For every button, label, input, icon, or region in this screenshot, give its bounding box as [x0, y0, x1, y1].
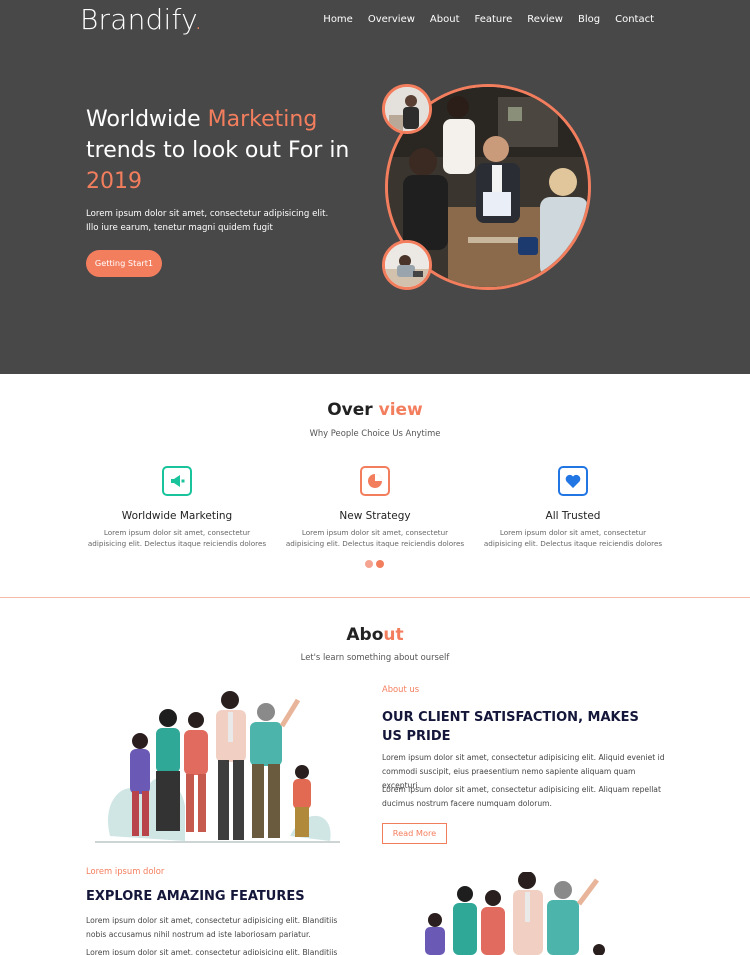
nav-overview[interactable]: Overview: [368, 14, 415, 25]
overview-title-plain: Over: [327, 400, 379, 420]
megaphone-glyph: [171, 475, 185, 487]
small-photo-illustration: [385, 243, 429, 287]
feature-card-marketing: Worldwide Marketing Lorem ipsum dolor si…: [87, 466, 267, 549]
hero-title-part: Worldwide: [86, 107, 208, 132]
features-paragraph-1: Lorem ipsum dolor sit amet, consectetur …: [86, 916, 338, 939]
hero-title-accent: Marketing: [207, 107, 318, 132]
brand-logo[interactable]: Brandify.: [80, 3, 203, 36]
nav-contact[interactable]: Contact: [615, 14, 654, 25]
pie-chart-icon: [360, 466, 390, 496]
about-paragraph-2: Lorem ipsum dolor sit amet, consectetur …: [382, 785, 661, 808]
small-photo-bottom: [382, 240, 432, 290]
heart-glyph: [565, 474, 581, 488]
hero-title: Worldwide Marketing trends to look out F…: [86, 104, 366, 197]
features-label: Lorem ipsum dolor: [86, 866, 165, 876]
overview-subtitle: Why People Choice Us Anytime: [309, 428, 441, 438]
features-paragraph-2: Lorem ipsum dolor sit amet, consectetur …: [86, 948, 338, 955]
carousel-dot[interactable]: [365, 560, 373, 568]
team-illustration-secondary: [425, 872, 605, 955]
getting-start-button[interactable]: Getting Start1: [86, 250, 162, 277]
feature-name: New Strategy: [339, 510, 411, 522]
main-nav: Home Overview About Feature Review Blog …: [308, 14, 654, 25]
megaphone-icon: [162, 466, 192, 496]
feature-name: Worldwide Marketing: [121, 510, 233, 522]
small-photo-illustration: [385, 87, 429, 131]
about-heading: OUR CLIENT SATISFACTION, MAKES US PRIDE: [382, 710, 639, 744]
nav-about[interactable]: About: [430, 14, 460, 25]
read-more-button[interactable]: Read More: [382, 823, 447, 844]
about-title-plain: Abo: [346, 625, 384, 645]
heart-icon: [558, 466, 588, 496]
team-illustration: [95, 691, 340, 843]
carousel-dot-active[interactable]: [376, 560, 384, 568]
overview-title-accent: view: [378, 400, 423, 420]
hero-text: Lorem ipsum dolor sit amet, consectetur …: [86, 209, 329, 233]
feature-desc: Lorem ipsum dolor sit amet, consectetur …: [483, 528, 663, 548]
feature-desc: Lorem ipsum dolor sit amet, consectetur …: [87, 528, 267, 548]
carousel-dots: [365, 560, 384, 568]
features-heading: EXPLORE AMAZING FEATURES: [86, 889, 305, 904]
brand-name: Brandify: [80, 3, 194, 36]
about-subtitle: Let's learn something about ourself: [300, 652, 450, 662]
nav-feature[interactable]: Feature: [475, 14, 513, 25]
nav-home[interactable]: Home: [323, 14, 353, 25]
feature-card-trusted: All Trusted Lorem ipsum dolor sit amet, …: [483, 466, 663, 549]
nav-blog[interactable]: Blog: [578, 14, 600, 25]
overview-title: Over view: [0, 400, 750, 420]
small-photo-top: [382, 84, 432, 134]
feature-card-strategy: New Strategy Lorem ipsum dolor sit amet,…: [285, 466, 465, 549]
about-title-accent: ut: [383, 625, 404, 645]
about-label: About us: [382, 684, 420, 694]
hero-title-part: trends to look out For in: [86, 138, 350, 163]
section-divider: [0, 597, 750, 598]
feature-desc: Lorem ipsum dolor sit amet, consectetur …: [285, 528, 465, 548]
hero-title-year: 2019: [86, 169, 142, 194]
hero-section: Brandify. Home Overview About Feature Re…: [0, 0, 750, 374]
pie-glyph: [368, 474, 382, 488]
nav-review[interactable]: Review: [527, 14, 563, 25]
about-title: About: [0, 625, 750, 645]
brand-dot: .: [193, 3, 203, 36]
feature-name: All Trusted: [545, 510, 601, 522]
